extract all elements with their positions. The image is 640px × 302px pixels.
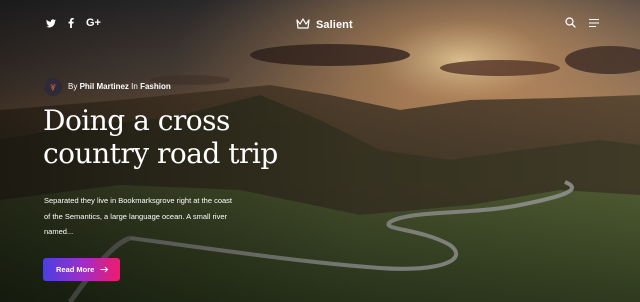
meta-prefix: By bbox=[68, 82, 78, 91]
crown-icon bbox=[296, 16, 310, 34]
site-header: G+ Salient bbox=[0, 0, 640, 48]
header-actions bbox=[565, 17, 600, 28]
facebook-icon[interactable] bbox=[68, 16, 74, 30]
hero-section: G+ Salient By Phil Martinez In Fashion D… bbox=[0, 0, 640, 302]
read-more-button[interactable]: Read More bbox=[43, 258, 120, 281]
post-excerpt: Separated they live in Bookmarksgrove ri… bbox=[44, 196, 233, 236]
read-more-label: Read More bbox=[56, 265, 95, 274]
logo-text: Salient bbox=[316, 19, 353, 31]
author-link[interactable]: Phil Martinez bbox=[80, 82, 129, 91]
menu-icon[interactable] bbox=[588, 18, 600, 28]
author-avatar[interactable] bbox=[44, 78, 62, 96]
site-logo[interactable]: Salient bbox=[296, 16, 353, 34]
post-meta-text: By Phil Martinez In Fashion bbox=[68, 81, 171, 93]
search-icon[interactable] bbox=[565, 17, 576, 28]
google-plus-icon[interactable]: G+ bbox=[86, 16, 101, 30]
social-links: G+ bbox=[46, 16, 101, 30]
arrow-right-icon bbox=[100, 265, 109, 274]
category-link[interactable]: Fashion bbox=[140, 82, 171, 91]
post-title[interactable]: Doing a cross country road trip bbox=[43, 104, 343, 170]
meta-in: In bbox=[131, 82, 138, 91]
post-meta: By Phil Martinez In Fashion bbox=[44, 78, 171, 96]
twitter-icon[interactable] bbox=[46, 16, 56, 30]
